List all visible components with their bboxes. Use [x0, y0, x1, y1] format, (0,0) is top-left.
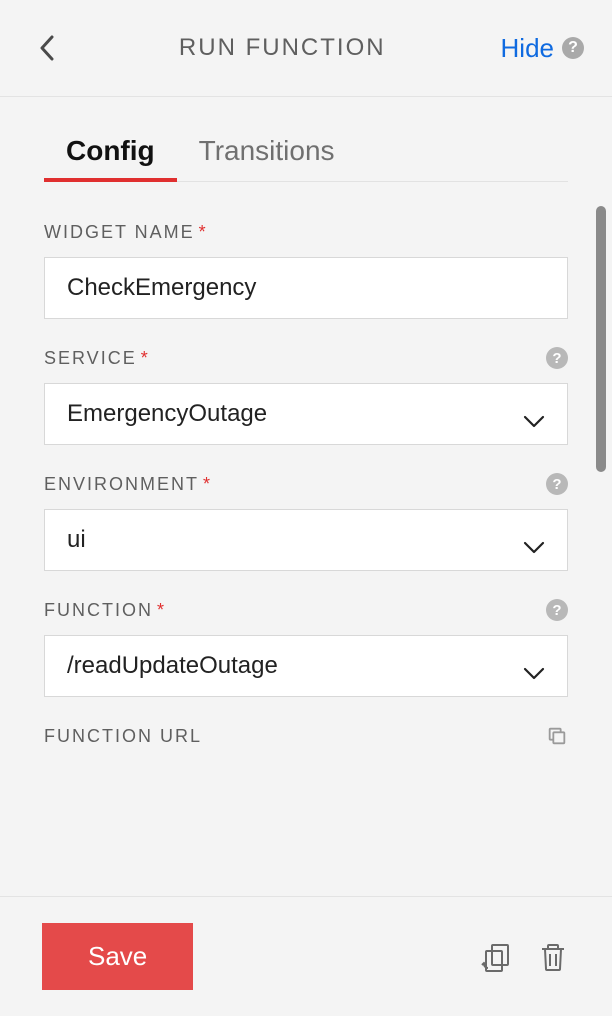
hide-link[interactable]: Hide	[501, 33, 554, 64]
function-url-label: FUNCTION URL	[44, 726, 202, 747]
field-environment: ENVIRONMENT* ? ui	[44, 473, 568, 571]
tab-transitions[interactable]: Transitions	[177, 127, 357, 181]
service-select[interactable]: EmergencyOutage	[44, 383, 568, 445]
environment-help-icon[interactable]: ?	[546, 473, 568, 495]
save-button[interactable]: Save	[42, 923, 193, 990]
header-divider	[0, 96, 612, 97]
panel-footer: Save	[0, 896, 612, 1016]
field-function-url: FUNCTION URL	[44, 725, 568, 747]
service-help-icon[interactable]: ?	[546, 347, 568, 369]
hide-group: Hide ?	[501, 33, 584, 64]
panel-header: RUN FUNCTION Hide ?	[0, 0, 612, 96]
function-help-icon[interactable]: ?	[546, 599, 568, 621]
chevron-down-icon	[523, 659, 545, 673]
chevron-left-icon	[39, 35, 54, 61]
panel-title: RUN FUNCTION	[64, 34, 501, 62]
tab-config[interactable]: Config	[44, 127, 177, 181]
chevron-down-icon	[523, 407, 545, 421]
widget-name-label: WIDGET NAME*	[44, 222, 208, 243]
copy-icon[interactable]	[546, 725, 568, 747]
footer-actions	[480, 940, 570, 974]
chevron-down-icon	[523, 533, 545, 547]
tabs: Config Transitions	[44, 127, 568, 182]
function-value: /readUpdateOutage	[67, 652, 278, 680]
environment-value: ui	[67, 526, 86, 554]
required-indicator: *	[157, 600, 166, 620]
help-icon[interactable]: ?	[562, 37, 584, 59]
function-select[interactable]: /readUpdateOutage	[44, 635, 568, 697]
required-indicator: *	[141, 348, 150, 368]
widget-name-input[interactable]	[44, 257, 568, 319]
service-label: SERVICE*	[44, 348, 150, 369]
field-service: SERVICE* ? EmergencyOutage	[44, 347, 568, 445]
back-button[interactable]	[28, 30, 64, 66]
function-label: FUNCTION*	[44, 600, 166, 621]
environment-label: ENVIRONMENT*	[44, 474, 212, 495]
service-value: EmergencyOutage	[67, 400, 267, 428]
trash-icon[interactable]	[536, 940, 570, 974]
required-indicator: *	[203, 474, 212, 494]
required-indicator: *	[199, 222, 208, 242]
duplicate-icon[interactable]	[480, 940, 514, 974]
form-scroll-area[interactable]: WIDGET NAME* SERVICE* ? EmergencyOutage …	[20, 192, 592, 896]
environment-select[interactable]: ui	[44, 509, 568, 571]
field-widget-name: WIDGET NAME*	[44, 222, 568, 319]
field-function: FUNCTION* ? /readUpdateOutage	[44, 599, 568, 697]
scrollbar-thumb[interactable]	[596, 206, 606, 472]
